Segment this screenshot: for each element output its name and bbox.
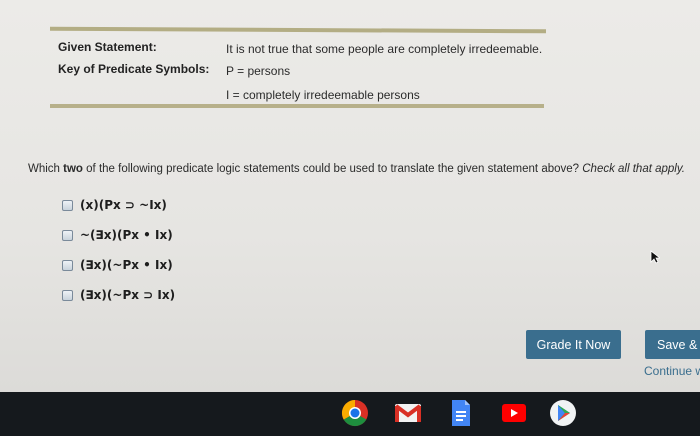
given-statement-text: It is not true that some people are comp… xyxy=(226,42,543,56)
bottom-divider xyxy=(50,104,544,108)
option-2-checkbox[interactable] xyxy=(62,229,73,241)
docs-icon[interactable] xyxy=(446,398,476,428)
symbol-i: I = completely irredeemable persons xyxy=(226,88,420,102)
option-3[interactable]: (∃x)(~Px • Ix) xyxy=(62,258,173,272)
gmail-icon[interactable] xyxy=(393,398,423,428)
option-2-label: ~(∃x)(Px • Ix) xyxy=(80,228,173,242)
play-store-icon[interactable] xyxy=(548,398,578,428)
top-divider xyxy=(49,26,547,34)
option-4[interactable]: (∃x)(~Px ⊃ Ix) xyxy=(62,288,175,302)
save-and-continue-button[interactable]: Save & C xyxy=(645,330,700,359)
option-3-checkbox[interactable] xyxy=(62,259,73,271)
continue-link[interactable]: Continue w xyxy=(644,364,700,378)
question-text: Which two of the following predicate log… xyxy=(28,163,685,175)
option-3-label: (∃x)(~Px • Ix) xyxy=(80,258,173,272)
youtube-icon[interactable] xyxy=(499,398,529,428)
question-middle: of the following predicate logic stateme… xyxy=(82,163,583,175)
mouse-cursor-icon xyxy=(650,250,660,264)
option-2[interactable]: ~(∃x)(Px • Ix) xyxy=(62,228,173,242)
assignment-screen: Given Statement: It is not true that som… xyxy=(0,0,700,392)
option-4-label: (∃x)(~Px ⊃ Ix) xyxy=(80,288,176,302)
symbol-p: P = persons xyxy=(226,64,291,78)
question-bold: two xyxy=(63,163,83,175)
grade-it-now-button[interactable]: Grade It Now xyxy=(526,330,621,359)
option-4-checkbox[interactable] xyxy=(62,289,73,301)
symbols-label: Key of Predicate Symbols: xyxy=(58,62,210,76)
chrome-icon[interactable] xyxy=(340,398,370,428)
option-1-label: (x)(Px ⊃ ~Ix) xyxy=(80,198,167,212)
given-statement-label: Given Statement: xyxy=(58,40,157,54)
question-prefix: Which xyxy=(28,163,64,175)
option-1-checkbox[interactable] xyxy=(62,199,73,211)
question-instruction: Check all that apply. xyxy=(582,163,685,175)
option-1[interactable]: (x)(Px ⊃ ~Ix) xyxy=(62,198,167,212)
